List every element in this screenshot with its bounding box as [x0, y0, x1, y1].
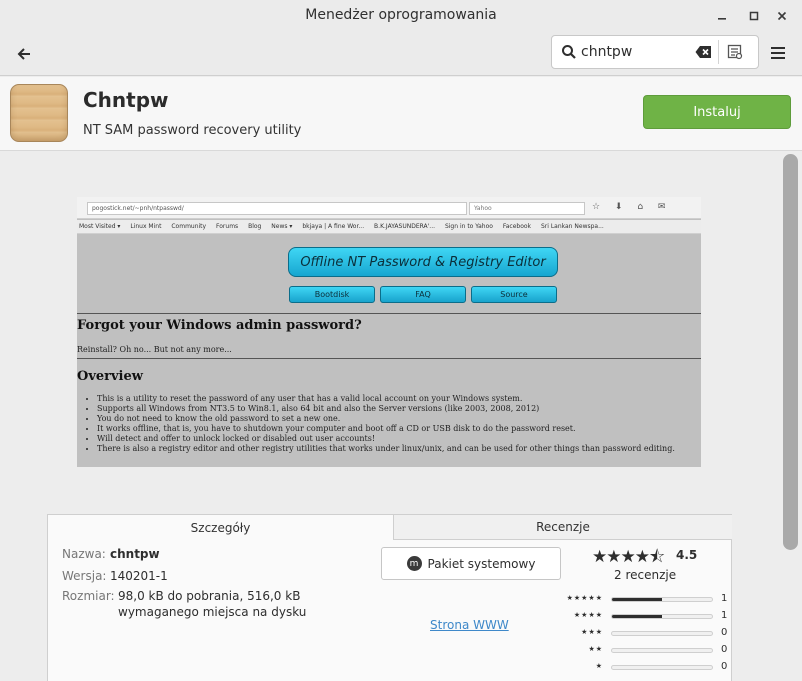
search-options-icon[interactable] [727, 44, 743, 60]
search-input[interactable] [581, 42, 691, 62]
screenshot-nav-icons: ☆ ⬇ ⌂ ✉ [592, 202, 672, 212]
size-label: Rozmiar: [62, 589, 115, 603]
histogram-row-3: ★★★ 0 [568, 627, 728, 640]
rating-value: 4.5 [676, 548, 698, 562]
title-bar: Menedżer oprogramowania [0, 0, 802, 32]
review-count: 2 recenzje [614, 568, 677, 582]
screenshot-bullet: There is also a registry editor and othe… [97, 444, 675, 454]
install-button[interactable]: Instaluj [643, 95, 791, 129]
search-icon [562, 45, 576, 59]
screenshot-bookmark: Most Visited ▾ [79, 223, 121, 230]
screenshot-paragraph: Reinstall? Oh no... But not any more... [77, 345, 232, 354]
maximize-button[interactable] [744, 6, 764, 26]
screenshot-banner: Offline NT Password & Registry Editor [288, 247, 558, 277]
screenshot-bookmark: bkjaya | A fine Wor... [302, 223, 365, 230]
name-label: Nazwa: [62, 547, 106, 561]
screenshot-bookmark: News ▾ [271, 223, 293, 230]
histogram-bar [611, 614, 713, 619]
details-card: Szczegóły Recenzje Nazwa: chntpw Wersja:… [47, 514, 732, 681]
hamburger-menu-icon [771, 47, 785, 59]
package-type-button[interactable]: m Pakiet systemowy [381, 547, 561, 580]
version-label: Wersja: [62, 569, 107, 583]
app-header: Chntpw NT SAM password recovery utility … [0, 77, 802, 151]
close-button[interactable] [772, 6, 792, 26]
menu-button[interactable] [764, 39, 792, 67]
screenshot-divider [77, 313, 701, 314]
screenshot-bookmark: Blog [248, 223, 262, 230]
close-icon [777, 11, 787, 21]
mint-logo-icon: m [406, 556, 422, 571]
screenshot-button-bootdisk: Bootdisk [289, 286, 375, 303]
search-separator [718, 40, 719, 64]
screenshot-bookmarks-bar: Most Visited ▾ Linux Mint Community Foru… [77, 220, 701, 234]
histogram-fill [612, 598, 662, 601]
screenshot-bullet: You do not need to know the old password… [97, 414, 675, 424]
toolbar [0, 32, 802, 76]
maximize-icon [749, 11, 759, 21]
screenshot-bookmark: Linux Mint [130, 223, 162, 230]
window-title: Menedżer oprogramowania [305, 7, 497, 23]
minimize-icon [718, 18, 726, 20]
histogram-count: 0 [721, 661, 728, 672]
histogram-bar [611, 631, 713, 636]
scrollbar-thumb[interactable] [783, 154, 798, 550]
app-screenshot[interactable]: pogostick.net/~pnh/ntpasswd/ Yahoo ☆ ⬇ ⌂… [77, 197, 701, 467]
histogram-bar [611, 665, 713, 670]
clear-search-icon[interactable] [695, 45, 712, 59]
screenshot-button-faq: FAQ [380, 286, 466, 303]
screenshot-bullet-list: This is a utility to reset the password … [87, 394, 675, 454]
content-area: pogostick.net/~pnh/ntpasswd/ Yahoo ☆ ⬇ ⌂… [0, 152, 780, 681]
screenshot-bullet: Supports all Windows from NT3.5 to Win8.… [97, 404, 675, 414]
histogram-fill [612, 615, 662, 618]
histogram-bar [611, 597, 713, 602]
screenshot-heading: Forgot your Windows admin password? [77, 318, 362, 333]
tab-details[interactable]: Szczegóły [48, 515, 393, 540]
histogram-stars: ★★★ [581, 628, 603, 636]
screenshot-bookmark: Facebook [502, 223, 532, 230]
histogram-stars: ★★★★ [573, 611, 603, 619]
histogram-row-4: ★★★★ 1 [568, 610, 728, 623]
screenshot-bullet: It works offline, that is, you have to s… [97, 424, 675, 434]
screenshot-bookmark: B.K.JAYASUNDERA'... [374, 223, 436, 230]
histogram-row-1: ★ 0 [568, 661, 728, 674]
histogram-stars: ★★ [588, 645, 603, 653]
app-name: Chntpw [83, 88, 169, 112]
histogram-count: 1 [721, 610, 728, 621]
screenshot-bookmark: Forums [216, 223, 239, 230]
app-icon [10, 84, 68, 142]
website-link[interactable]: Strona WWW [430, 618, 509, 632]
screenshot-divider [77, 358, 701, 359]
screenshot-url: pogostick.net/~pnh/ntpasswd/ [87, 202, 467, 215]
histogram-bar [611, 648, 713, 653]
screenshot-bookmark: Sri Lankan Newspa... [540, 223, 604, 230]
search-box [551, 35, 759, 69]
size-value-line1: 98,0 kB do pobrania, 516,0 kB [118, 589, 301, 603]
arrow-left-icon [17, 48, 30, 60]
app-summary: NT SAM password recovery utility [83, 123, 302, 138]
scrollbar[interactable] [780, 152, 802, 681]
screenshot-bullet: Will detect and offer to unlock locked o… [97, 434, 675, 444]
tab-reviews[interactable]: Recenzje [393, 515, 732, 540]
back-button[interactable] [10, 40, 38, 68]
package-type-label: Pakiet systemowy [427, 556, 536, 571]
size-value-line2: wymaganego miejsca na dysku [118, 605, 307, 619]
screenshot-bullet: This is a utility to reset the password … [97, 394, 675, 404]
histogram-row-5: ★★★★★ 1 [566, 593, 728, 606]
histogram-stars: ★★★★★ [566, 594, 603, 602]
version-value: 140201-1 [110, 569, 168, 583]
name-value: chntpw [110, 547, 160, 561]
histogram-count: 1 [721, 593, 728, 604]
histogram-count: 0 [721, 627, 728, 638]
screenshot-browser-toolbar: pogostick.net/~pnh/ntpasswd/ Yahoo ☆ ⬇ ⌂… [77, 197, 701, 219]
screenshot-bookmark: Community [171, 223, 207, 230]
screenshot-button-source: Source [471, 286, 557, 303]
screenshot-search-engine: Yahoo [469, 202, 585, 215]
screenshot-heading: Overview [77, 369, 143, 384]
minimize-button[interactable] [712, 6, 732, 26]
histogram-count: 0 [721, 644, 728, 655]
histogram-stars: ★ [595, 662, 603, 670]
screenshot-bookmark: Sign in to Yahoo [444, 223, 493, 230]
histogram-row-2: ★★ 0 [568, 644, 728, 657]
